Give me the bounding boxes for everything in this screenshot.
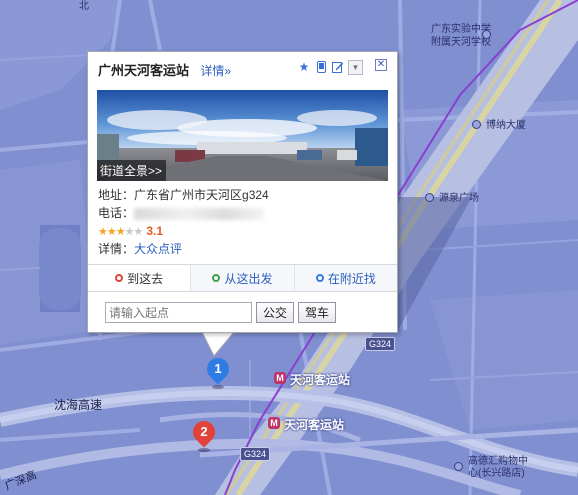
mall-poi-icon[interactable] (454, 462, 463, 471)
metro-icon[interactable]: M (268, 417, 280, 429)
address-label: 地址： (98, 188, 135, 202)
plaza-poi-icon[interactable] (425, 193, 434, 202)
star-icon[interactable]: ★ (297, 60, 311, 74)
details-label: 详情： (98, 242, 135, 256)
marker-number: 2 (200, 424, 208, 439)
road-label-shenhai: 沈海高速 (54, 398, 103, 412)
rating-score: 3.1 (146, 224, 164, 238)
map-label-school-2: 附属天河学校 (431, 37, 491, 48)
tab-start-here[interactable]: 从这出发 (190, 265, 294, 291)
station-label-2[interactable]: 天河客运站 (284, 416, 344, 433)
route-form: 公交 驾车 (105, 302, 337, 323)
map-label-bona: 博纳大厦 (486, 120, 526, 131)
drive-button[interactable]: 驾车 (298, 302, 337, 323)
origin-icon (212, 274, 221, 282)
bus-button[interactable]: 公交 (256, 302, 295, 323)
road-shield-g324-upper: G324 (365, 337, 396, 351)
infowindow-pointer (201, 332, 235, 357)
address-row: 地址：广东省广州市天河区g324 (98, 186, 269, 204)
details-link[interactable]: 详情» (200, 64, 231, 78)
search-nearby-icon (315, 274, 324, 282)
streetview-link[interactable]: 街道全景>> (97, 160, 167, 181)
phone-icon[interactable] (314, 60, 328, 74)
start-point-input[interactable] (105, 302, 252, 323)
destination-icon (115, 274, 124, 282)
tab-search-nearby[interactable]: 在附近找 (293, 265, 397, 291)
metro-icon[interactable]: M (274, 372, 286, 384)
poi-title: 广州天河客运站 (98, 63, 190, 78)
tab-label: 到这去 (127, 271, 164, 286)
infowindow-toolbar: ★ ▼ (297, 60, 363, 75)
tab-label: 从这出发 (224, 271, 273, 286)
close-icon[interactable]: ✕ (375, 59, 387, 71)
map-label-mall-2: 心(长兴路店) (468, 468, 525, 479)
route-tabs: 到这去 从这出发 在附近找 (88, 264, 397, 292)
poi-photo[interactable]: 街道全景>> (97, 90, 388, 181)
rating-row: ★★★★★ 3.1 (98, 222, 269, 240)
infowindow-header: 广州天河客运站 详情» (98, 60, 231, 78)
tab-go-here[interactable]: 到这去 (88, 265, 191, 291)
station-label-1[interactable]: 天河客运站 (290, 371, 350, 388)
road-shield-g324-lower: G324 (240, 447, 271, 461)
phone-row: 电话： (98, 204, 269, 222)
location-marker-1[interactable]: 1 (202, 353, 234, 389)
building-poi-icon[interactable] (472, 120, 481, 129)
poi-infowindow: 广州天河客运站 详情» ★ ▼ ✕ 街道全景>> 地址：广东省广州市天河区g32… (87, 51, 398, 333)
address-value: 广东省广州市天河区g324 (134, 188, 269, 202)
dianping-link[interactable]: 大众点评 (134, 242, 182, 256)
poi-info: 地址：广东省广州市天河区g324 电话： ★★★★★ 3.1 详情：大众点评 (98, 186, 269, 258)
tab-label: 在附近找 (327, 271, 376, 286)
map-label-fragment: 北 (79, 1, 89, 12)
location-marker-2[interactable]: 2 (188, 416, 220, 452)
phone-redacted (134, 207, 265, 220)
rating-stars: ★★★★★ (98, 226, 143, 238)
map-label-yuanquan: 源泉广场 (439, 193, 479, 204)
details-row: 详情：大众点评 (98, 240, 269, 258)
marker-shadow (212, 385, 224, 389)
dropdown-icon[interactable]: ▼ (348, 60, 363, 75)
marker-number: 1 (214, 361, 222, 376)
school-poi-icon[interactable] (482, 30, 491, 39)
marker-shadow (198, 448, 210, 452)
edit-icon[interactable] (331, 60, 345, 74)
phone-label: 电话： (98, 206, 135, 220)
